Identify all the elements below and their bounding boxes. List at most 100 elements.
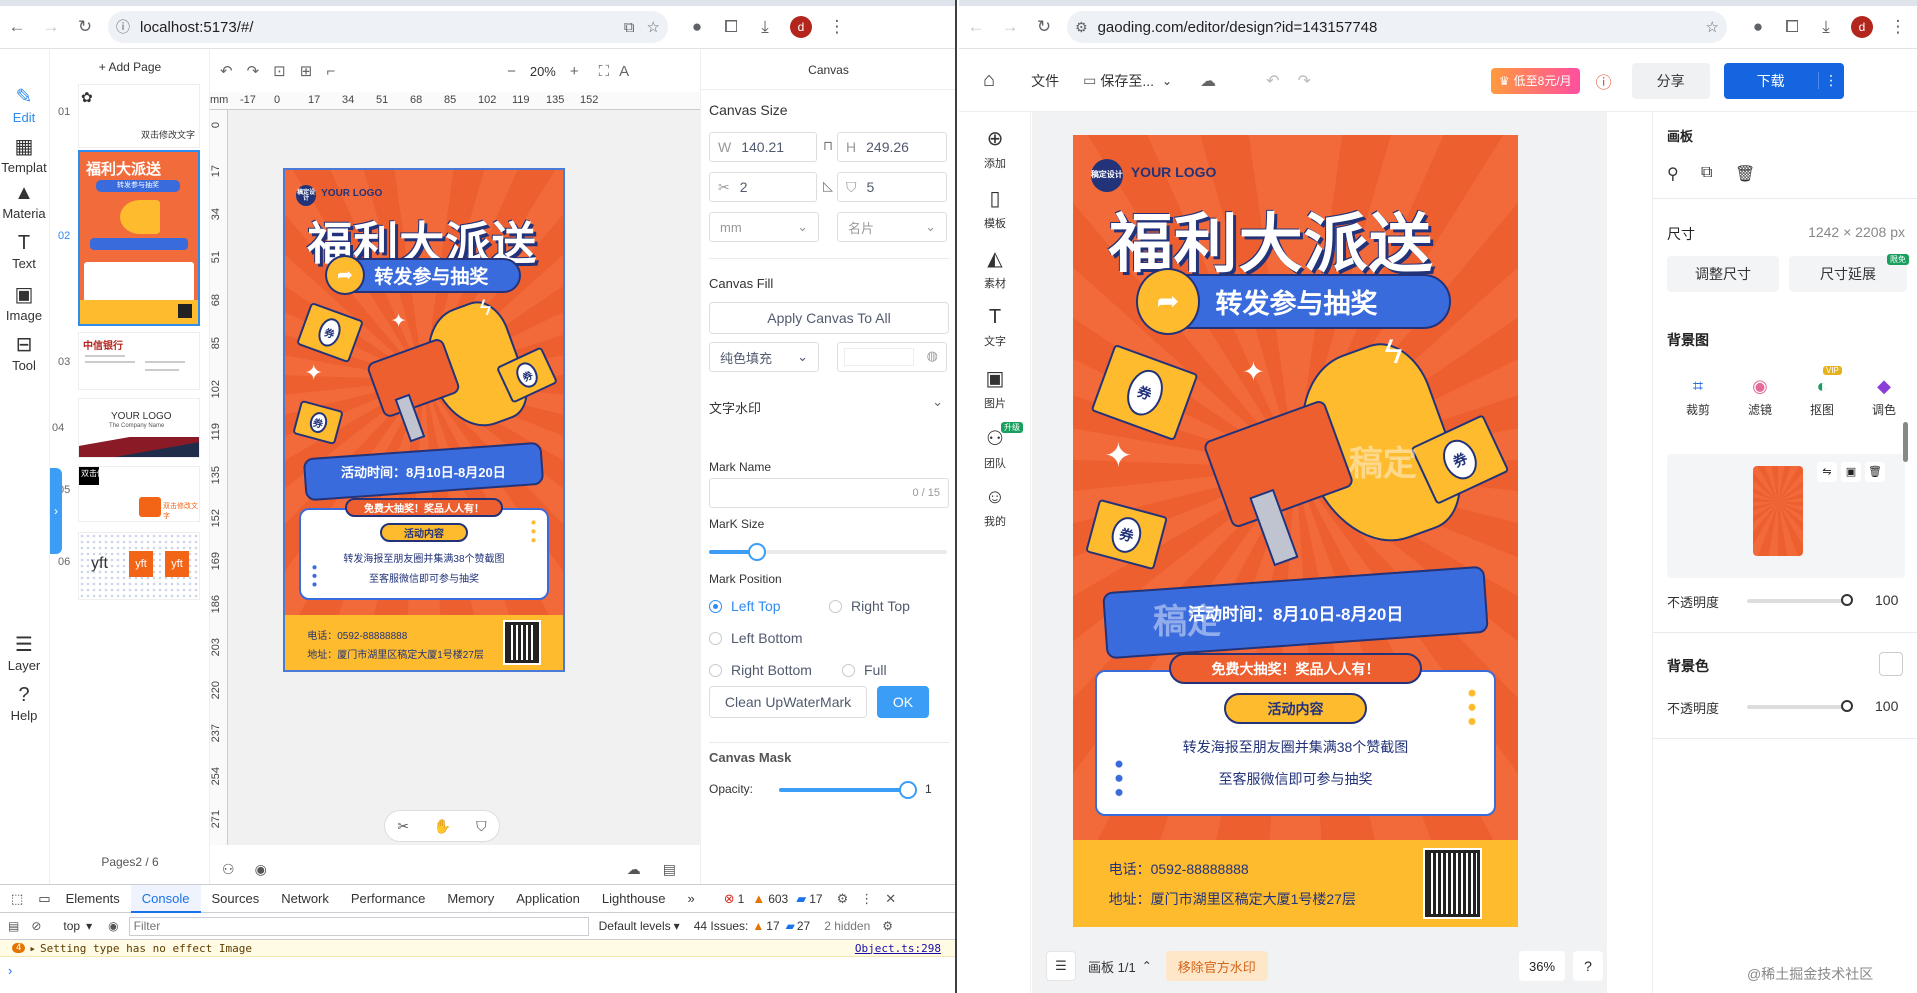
mark-name-input[interactable]: 0 / 15	[709, 478, 949, 508]
cut-icon[interactable]: ✂	[397, 818, 409, 835]
corner-radius-input[interactable]: ⛉ 5	[837, 172, 947, 202]
log-source-link[interactable]: Object.ts:298	[855, 942, 941, 955]
tab-sources[interactable]: Sources	[201, 885, 271, 913]
side-material[interactable]: ◭ 素材	[959, 246, 1031, 291]
lock-ratio-icon[interactable]: ⊓	[823, 138, 833, 154]
cloud-upload-icon[interactable]: ☁	[627, 861, 641, 878]
more-options-icon[interactable]: ⋮	[1817, 72, 1844, 89]
rail-edit[interactable]: ✎ Edit	[0, 84, 48, 125]
bg-tool-crop[interactable]: ⌗ 裁剪	[1667, 376, 1729, 418]
sidebar-toggle-icon[interactable]: ▤	[8, 919, 19, 933]
page-thumb-3[interactable]: 中信银行	[78, 332, 200, 390]
replace-image-icon[interactable]: ▣	[1841, 462, 1861, 482]
bg-tool-cutout[interactable]: ◐ 抠图	[1791, 376, 1853, 418]
page-thumb-6[interactable]: yft yft yft	[78, 532, 200, 600]
slider-knob[interactable]	[1841, 700, 1853, 712]
page-thumb-4[interactable]: YOUR LOGO The Company Name	[78, 398, 200, 458]
rail-layer[interactable]: ☰ Layer	[0, 632, 48, 673]
text-watermark-heading[interactable]: 文字水印	[709, 398, 761, 417]
console-filter-input[interactable]	[128, 916, 589, 936]
bg-image-opacity-slider[interactable]	[1747, 594, 1853, 606]
distribute-icon[interactable]: ⊞	[300, 62, 313, 80]
devtools-menu-icon[interactable]: ⋮	[860, 891, 873, 907]
zoom-in-icon[interactable]: +	[570, 63, 579, 80]
undo-icon[interactable]: ↶	[1266, 71, 1279, 91]
profile-avatar[interactable]: d	[1851, 16, 1873, 38]
inspect-icon[interactable]: ⬚	[0, 885, 34, 913]
side-template[interactable]: ▯ 模板	[959, 186, 1031, 231]
canvas-height-input[interactable]: H 249.26	[837, 132, 947, 162]
panel-scrollbar[interactable]	[1903, 422, 1908, 462]
page-thumb-1[interactable]: ✿ 双击修改文字	[78, 84, 200, 148]
side-text[interactable]: T 文字	[959, 306, 1031, 349]
clear-console-icon[interactable]: ⊘	[31, 919, 41, 933]
fill-mode-select[interactable]: 纯色填充 ⌄	[709, 342, 819, 372]
rail-tool[interactable]: ⊟ Tool	[0, 332, 48, 373]
unit-select[interactable]: mm ⌄	[709, 212, 819, 242]
side-add[interactable]: ⊕ 添加	[959, 126, 1031, 171]
design-canvas[interactable]: 稿定设计 YOUR LOGO 福利大派送 ➦ 转发参与抽奖 券 券 券 ✦ ✦ …	[228, 110, 700, 845]
tab-memory[interactable]: Memory	[436, 885, 505, 913]
canvas-width-input[interactable]: W 140.21	[709, 132, 817, 162]
cloud-icon[interactable]: ☁	[1200, 71, 1216, 91]
site-settings-icon[interactable]: ⚙	[1075, 19, 1088, 36]
rail-text[interactable]: T Text	[0, 232, 48, 271]
bg-color-opacity-slider[interactable]	[1747, 700, 1853, 712]
warning-count-icon[interactable]: ▲	[752, 891, 765, 906]
eye-icon[interactable]: ◉	[108, 919, 118, 933]
radio-right-top[interactable]: Right Top	[829, 598, 910, 614]
site-info-icon[interactable]: ⓘ	[116, 17, 130, 37]
undo-icon[interactable]: ↶	[220, 62, 233, 80]
left-address-bar[interactable]: ⓘ localhost:5173/#/ ⧉ ☆	[108, 11, 668, 43]
slider-knob[interactable]	[1841, 594, 1853, 606]
bg-color-swatch[interactable]	[1879, 652, 1903, 676]
slider-knob[interactable]	[747, 543, 766, 561]
zoom-out-icon[interactable]: −	[507, 63, 516, 80]
chevron-down-icon[interactable]: ⌄	[1162, 74, 1172, 88]
ok-button[interactable]: OK	[877, 686, 929, 718]
back-icon[interactable]: ←	[959, 10, 993, 44]
reload-icon[interactable]: ↻	[1027, 10, 1061, 44]
bookmark-star-icon[interactable]: ☆	[1706, 18, 1719, 36]
translate-icon[interactable]: ⧉	[624, 19, 635, 36]
downloads-icon[interactable]: ⤓	[748, 10, 782, 44]
side-team[interactable]: ⚇ 团队 升级	[959, 422, 1031, 471]
layers-icon[interactable]: ☰	[1046, 951, 1076, 981]
rail-material[interactable]: ▲ Materia	[0, 182, 48, 221]
resize-button[interactable]: 调整尺寸	[1667, 256, 1779, 292]
console-prompt-icon[interactable]: ›	[8, 963, 12, 978]
file-menu[interactable]: 文件	[1031, 71, 1059, 91]
download-button[interactable]: 下载 ⋮	[1723, 62, 1844, 99]
radio-full[interactable]: Full	[842, 662, 887, 678]
copy-icon[interactable]: ⧉	[1701, 164, 1712, 182]
reload-icon[interactable]: ↻	[68, 10, 102, 44]
tab-application[interactable]: Application	[505, 885, 591, 913]
redo-icon[interactable]: ↷	[247, 62, 260, 80]
poster-artboard[interactable]: 稿定设计 YOUR LOGO 福利大派送 ➦ 转发参与抽奖 券 券 券 ✦ ✦ …	[1073, 135, 1518, 927]
extension-circle-icon[interactable]: ●	[1741, 10, 1775, 44]
bg-image-preview[interactable]: ⇋ ▣ 🗑	[1667, 454, 1905, 578]
back-icon[interactable]: ←	[0, 10, 34, 44]
forward-icon[interactable]: →	[34, 10, 68, 44]
collapse-pages-handle[interactable]: ›	[50, 468, 62, 554]
rail-image[interactable]: ▣ Image	[0, 282, 48, 323]
fullscreen-icon[interactable]: ⛶	[599, 63, 610, 80]
ruler-toggle-icon[interactable]: ⌐	[326, 63, 335, 80]
profile-avatar[interactable]: d	[790, 16, 812, 38]
error-count-icon[interactable]: ⊗	[724, 891, 735, 907]
bg-tool-adjust-color[interactable]: ◆ 调色	[1853, 376, 1915, 418]
downloads-icon[interactable]: ⤓	[1809, 10, 1843, 44]
panel-tab-canvas[interactable]: Canvas	[701, 50, 955, 90]
canvas-type-select[interactable]: 名片 ⌄	[837, 212, 947, 242]
delete-icon[interactable]: 🗑	[1865, 462, 1885, 482]
bleed-input[interactable]: ✂ 2	[709, 172, 817, 202]
users-icon[interactable]: ⚇	[222, 861, 235, 878]
extensions-puzzle-icon[interactable]: ⧠	[714, 10, 748, 44]
alert-icon[interactable]: ⓘ	[1596, 69, 1612, 93]
page-thumb-2[interactable]: 福利大派送 转发参与抽奖	[78, 150, 200, 326]
side-mine[interactable]: ☺ 我的	[959, 486, 1031, 529]
console-warning-row[interactable]: 4 ▸ Setting type has no effect Image Obj…	[0, 940, 955, 957]
github-icon[interactable]: ◉	[255, 861, 267, 878]
tab-elements[interactable]: Elements	[55, 885, 131, 913]
mask-opacity-slider[interactable]	[779, 781, 917, 799]
